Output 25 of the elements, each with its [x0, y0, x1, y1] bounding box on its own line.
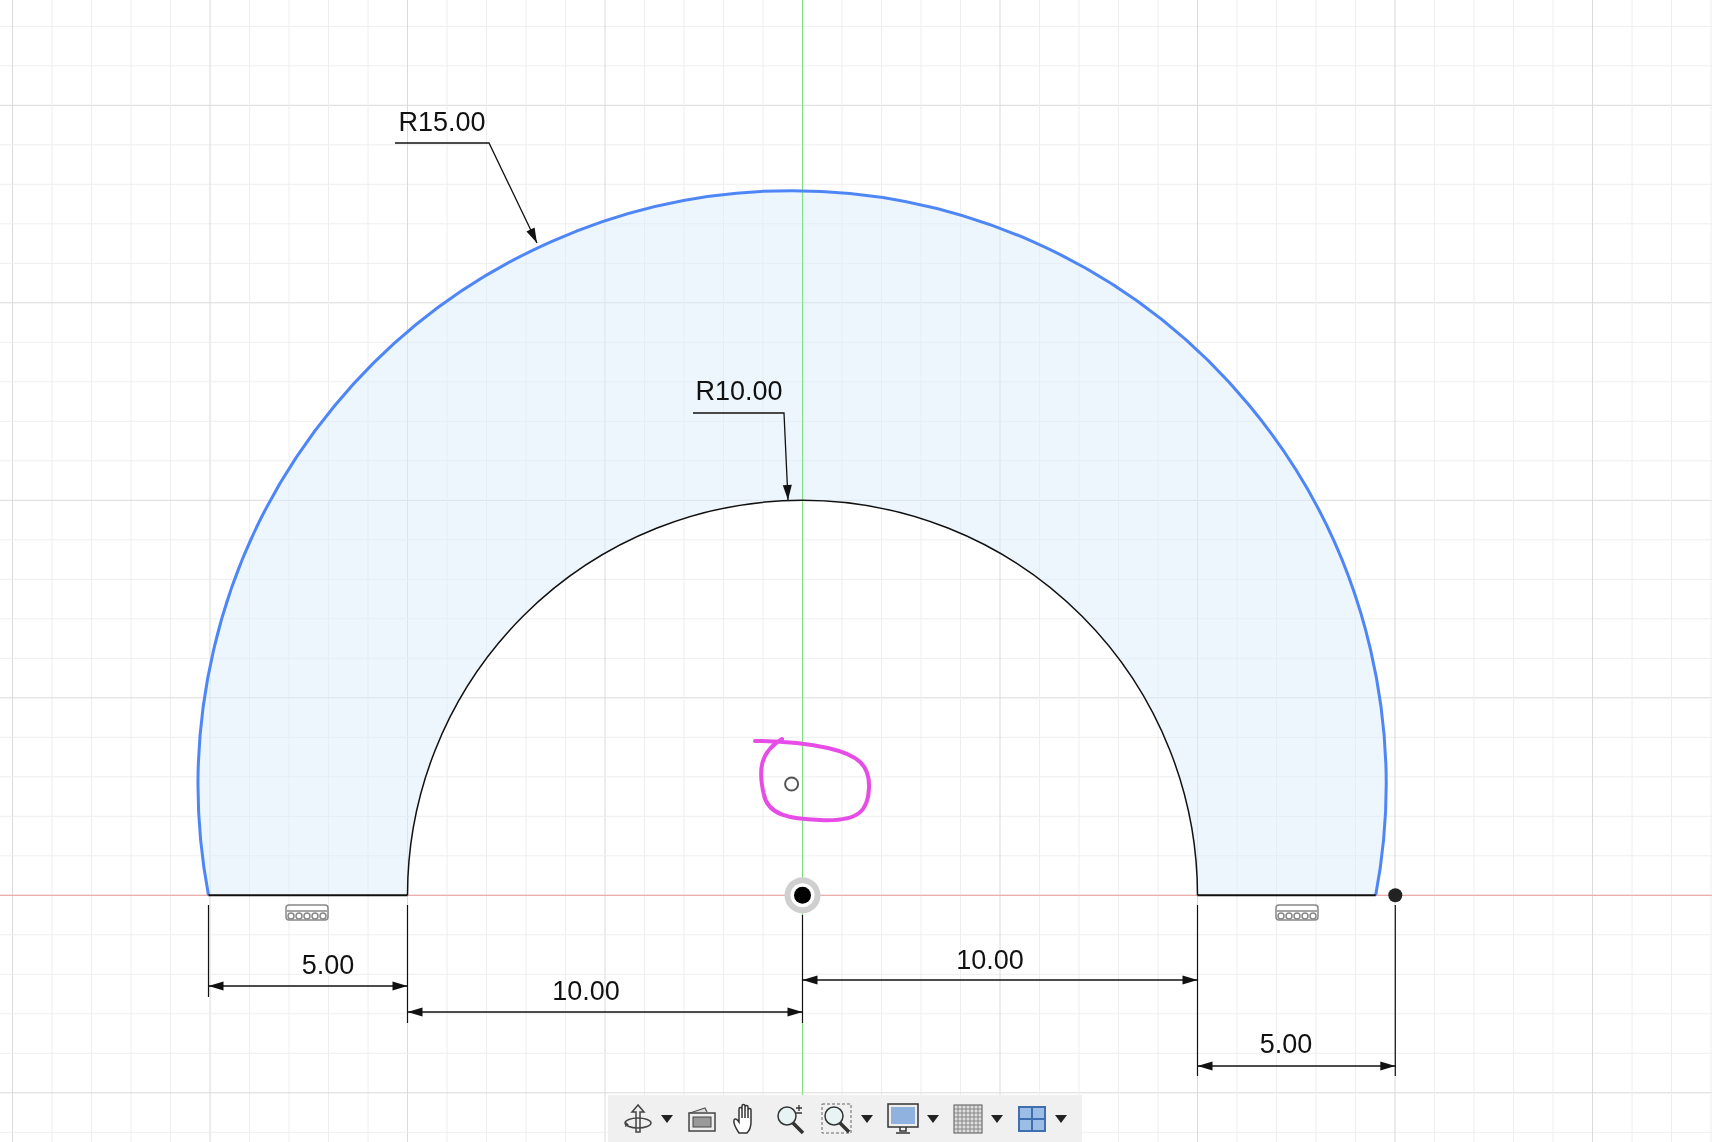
dimension-text[interactable]: 10.00: [552, 976, 620, 1006]
horizontal-constraint-icon[interactable]: [285, 904, 329, 921]
dimension-text[interactable]: 5.00: [1259, 1029, 1313, 1059]
monitor-icon: [887, 1102, 919, 1135]
horizontal-constraint-icon[interactable]: [1275, 904, 1319, 921]
caret-icon: [927, 1114, 939, 1123]
sketch-point[interactable]: [1388, 888, 1403, 903]
dimension-text[interactable]: 10.00: [956, 945, 1024, 975]
grid-icon: [953, 1103, 983, 1134]
caret-icon: [661, 1114, 673, 1123]
orbit-icon: [623, 1102, 653, 1135]
caret-icon: [1055, 1114, 1067, 1123]
sketch-line[interactable]: [207, 894, 409, 897]
zoom-icon: [775, 1102, 807, 1135]
caret-icon: [991, 1114, 1003, 1123]
dimension-text[interactable]: 5.00: [301, 950, 355, 980]
arc-center-point[interactable]: [784, 776, 800, 792]
dimension-text[interactable]: R15.00: [398, 107, 486, 137]
caret-icon: [861, 1114, 873, 1123]
sketch-line[interactable]: [1196, 894, 1377, 897]
zoom-window-icon: [821, 1102, 853, 1135]
dimension-text[interactable]: R10.00: [695, 376, 783, 406]
origin-point[interactable]: [784, 877, 821, 914]
look-at-icon: [687, 1104, 717, 1133]
viewports-icon: [1017, 1104, 1047, 1133]
